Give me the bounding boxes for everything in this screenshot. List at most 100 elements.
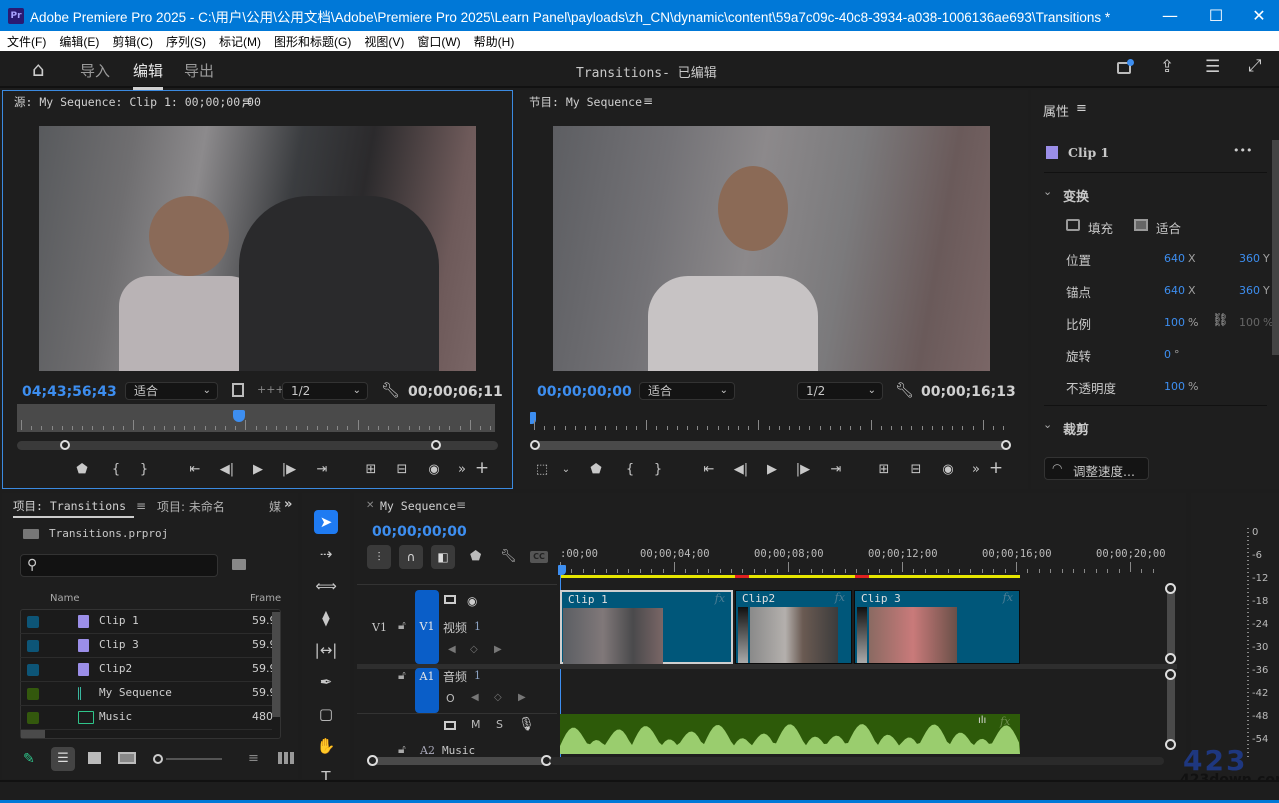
fullscreen-icon[interactable]: ⤢: [1248, 56, 1262, 76]
menu-file[interactable]: 文件(F): [0, 33, 52, 50]
step-forward-icon[interactable]: |▶: [793, 462, 813, 478]
automate-to-sequence-icon[interactable]: [278, 752, 296, 764]
project-item[interactable]: Clip 3 59.9: [20, 634, 277, 658]
program-zoom-scrollbar[interactable]: [530, 440, 1011, 450]
value[interactable]: 100: [1164, 380, 1185, 393]
tab-import[interactable]: 导入: [80, 60, 110, 81]
add-marker-icon[interactable]: ⬟: [586, 462, 606, 478]
new-search-bin-icon[interactable]: [232, 559, 246, 570]
label-color-swatch[interactable]: [27, 712, 39, 724]
scroll-handle-left[interactable]: [367, 755, 378, 766]
track-a2-target[interactable]: A2: [420, 744, 435, 757]
voice-over-icon[interactable]: O: [446, 692, 455, 705]
mark-out-icon[interactable]: }: [648, 462, 668, 478]
project-search-input[interactable]: ⚲: [20, 554, 218, 577]
timeline-timecode[interactable]: 00;00;00;00: [372, 524, 467, 540]
timeline-settings-wrench-icon[interactable]: 🔧︎: [500, 549, 517, 564]
value[interactable]: 360: [1239, 252, 1260, 265]
project-item[interactable]: Music 480: [20, 706, 273, 730]
menu-graphics[interactable]: 图形和标题(G): [267, 33, 357, 50]
add-keyframe-icon[interactable]: ◇: [494, 692, 502, 703]
project-tab-media[interactable]: 媒: [269, 498, 281, 515]
program-resolution-dropdown[interactable]: 1/2 ⌄: [797, 382, 883, 400]
track-v1-target[interactable]: V1: [372, 621, 387, 634]
go-to-out-icon[interactable]: ⇥: [312, 462, 332, 478]
scroll-handle-top[interactable]: [1165, 583, 1176, 594]
column-header-frame[interactable]: Frame: [250, 593, 281, 604]
label-color-swatch[interactable]: [27, 688, 39, 700]
add-marker-icon[interactable]: ⬟: [470, 549, 481, 564]
go-to-in-icon[interactable]: ⇤: [185, 462, 205, 478]
program-time-ruler[interactable]: [530, 404, 1010, 432]
audio-tracks-scrollbar[interactable]: [1165, 669, 1176, 750]
properties-scrollbar[interactable]: [1272, 140, 1279, 355]
menu-clip[interactable]: 剪辑(C): [105, 33, 159, 50]
timeline-playhead[interactable]: [558, 565, 566, 575]
program-playhead[interactable]: [530, 412, 536, 424]
link-icon[interactable]: ⛓︎: [1212, 313, 1229, 328]
maximize-button[interactable]: ☐: [1193, 0, 1239, 31]
timeline-clip-1[interactable]: Clip 1 fx: [560, 590, 733, 664]
export-frame-icon[interactable]: ◉: [938, 462, 958, 478]
menu-markers[interactable]: 标记(M): [212, 33, 267, 50]
label-color-swatch[interactable]: [27, 640, 39, 652]
transition-icon[interactable]: [857, 607, 867, 663]
sequence-tab-label[interactable]: My Sequence: [380, 499, 456, 513]
zoom-handle-right[interactable]: [431, 440, 441, 450]
track-a1-source-patch[interactable]: A1: [415, 668, 439, 713]
insert-icon[interactable]: ⊞: [361, 462, 381, 478]
list-view-button[interactable]: ☰: [51, 747, 75, 771]
track-v1-source-patch[interactable]: V1: [415, 590, 439, 664]
slip-tool-icon[interactable]: |↔|: [314, 638, 338, 662]
label-color-swatch[interactable]: [27, 664, 39, 676]
more-options-icon[interactable]: •••: [1233, 144, 1252, 157]
program-timecode[interactable]: 00;00;00;00: [537, 384, 632, 400]
button-editor-icon[interactable]: +: [986, 460, 1006, 477]
project-item[interactable]: Clip 1 59.9: [20, 610, 277, 634]
project-tab-untitled[interactable]: 项目: 未命名: [157, 498, 225, 515]
go-to-out-icon[interactable]: ⇥: [826, 462, 846, 478]
mark-in-icon[interactable]: {: [620, 462, 640, 478]
project-tab-transitions[interactable]: 项目: Transitions ≡: [13, 498, 146, 514]
sequence-menu-icon[interactable]: ≡: [456, 498, 466, 512]
rectangle-tool-icon[interactable]: ▢: [314, 702, 338, 726]
fill-icon[interactable]: [1066, 219, 1080, 231]
pencil-icon[interactable]: ✎: [23, 751, 35, 767]
microphone-icon[interactable]: 🎙︎: [518, 717, 535, 732]
transition-icon[interactable]: [738, 607, 748, 663]
pen-tool-icon[interactable]: ✒: [314, 670, 338, 694]
solo-button[interactable]: S: [496, 718, 503, 731]
scroll-handle-bottom[interactable]: [1165, 653, 1176, 664]
work-area-bar[interactable]: [560, 575, 1020, 578]
tab-export[interactable]: 导出: [184, 60, 214, 81]
chevron-down-icon[interactable]: ⌄: [1043, 418, 1052, 431]
share-icon[interactable]: ⇪: [1160, 57, 1174, 77]
fit-icon[interactable]: [1134, 219, 1148, 231]
program-fit-dropdown[interactable]: 适合 ⌄: [639, 382, 735, 400]
project-item[interactable]: Clip2 59.9: [20, 658, 277, 682]
project-item[interactable]: My Sequence 59.9: [20, 682, 277, 706]
program-monitor-title[interactable]: 节目: My Sequence: [529, 94, 642, 110]
step-back-icon[interactable]: ◀|: [217, 462, 237, 478]
source-timecode[interactable]: 04;43;56;43: [22, 384, 117, 400]
crop-section-header[interactable]: 裁剪: [1063, 419, 1089, 438]
source-playhead[interactable]: [233, 410, 245, 422]
opacity-value[interactable]: 100%: [1164, 380, 1198, 393]
fx-badge[interactable]: fx: [835, 591, 845, 604]
fill-label[interactable]: 填充: [1088, 218, 1113, 237]
extract-icon[interactable]: ⊟: [906, 462, 926, 478]
project-list-hscrollbar[interactable]: [21, 730, 45, 738]
column-header-name[interactable]: Name: [50, 593, 80, 604]
source-resolution-dropdown[interactable]: 1/2 ⌄: [282, 382, 368, 400]
source-menu-icon[interactable]: ≡: [242, 94, 252, 108]
next-keyframe-icon[interactable]: ▶: [494, 644, 502, 655]
mark-out-icon[interactable]: }: [134, 462, 154, 478]
source-zoom-scrollbar[interactable]: [17, 440, 498, 450]
menu-view[interactable]: 视图(V): [357, 33, 410, 50]
minimize-button[interactable]: —: [1147, 0, 1193, 31]
freeform-view-button[interactable]: [118, 752, 136, 764]
timeline-audio-clip-music[interactable]: ılı fx: [560, 714, 1020, 754]
source-time-ruler[interactable]: [17, 404, 495, 432]
razor-tool-icon[interactable]: ⧫: [314, 606, 338, 630]
eye-icon[interactable]: ◉: [467, 594, 477, 608]
